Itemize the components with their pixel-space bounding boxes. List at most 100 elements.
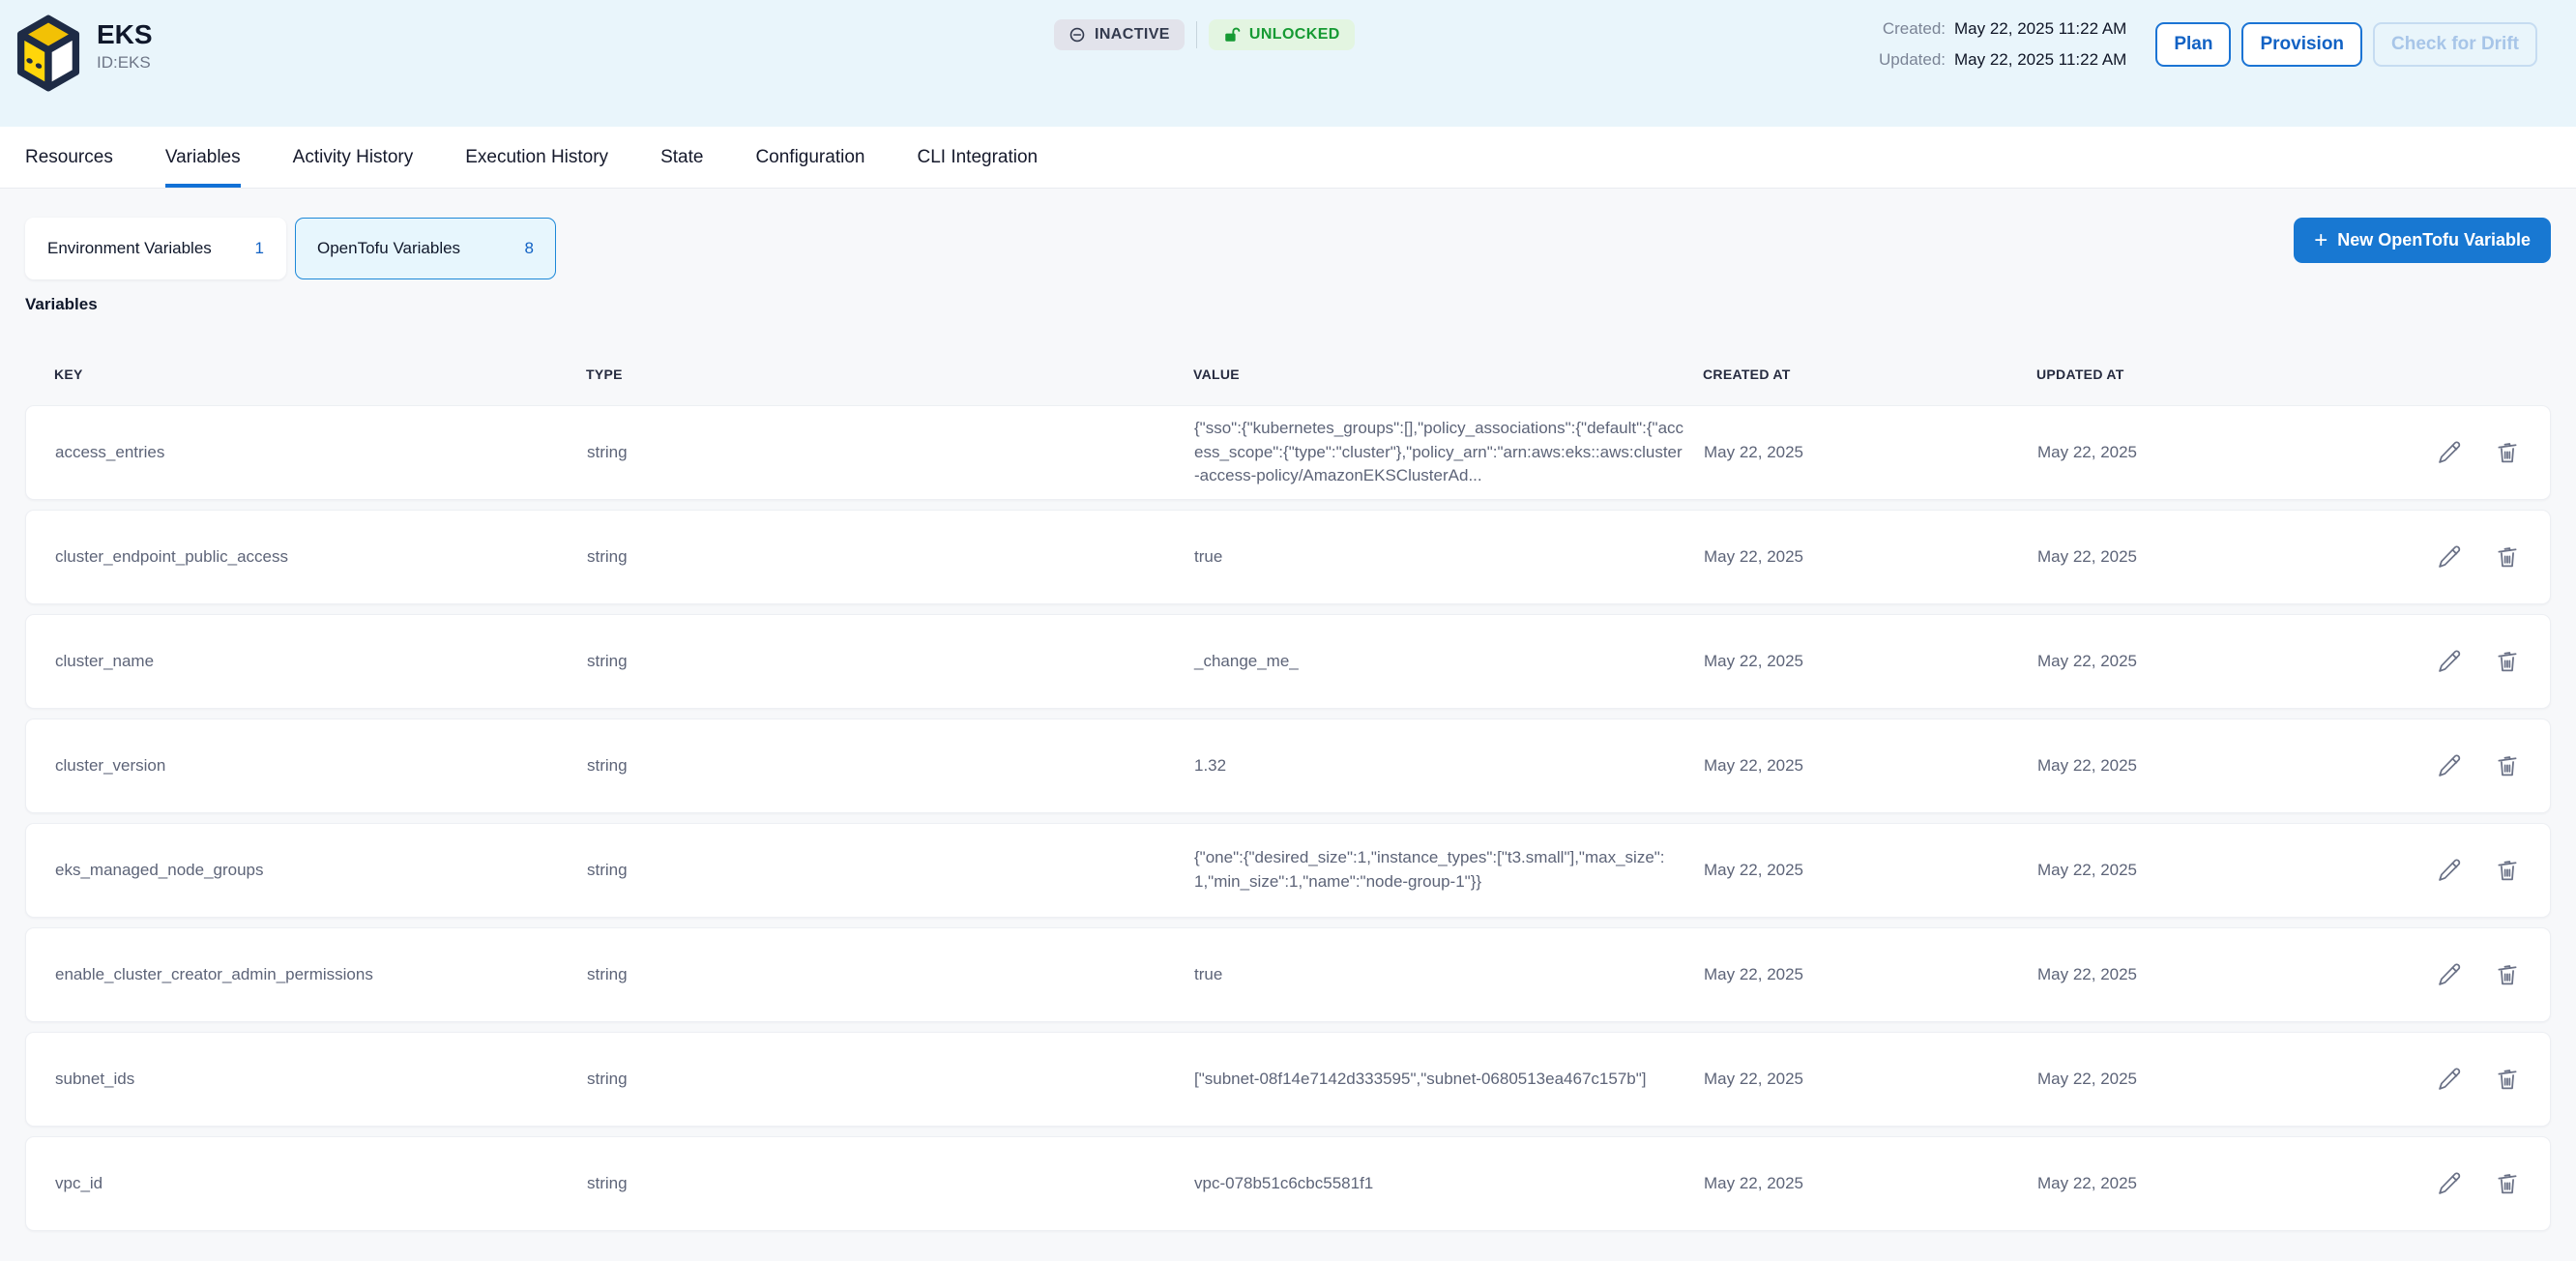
variable-type: string [587, 547, 1194, 567]
variable-type: string [587, 443, 1194, 462]
updated-value: May 22, 2025 11:22 AM [1954, 50, 2126, 70]
edit-variable-button[interactable] [2436, 857, 2463, 884]
variable-value: true [1194, 545, 1704, 570]
variable-created-at: May 22, 2025 [1704, 652, 2037, 671]
edit-variable-button[interactable] [2436, 439, 2463, 466]
pencil-icon [2436, 543, 2463, 571]
column-header-key: KEY [54, 367, 586, 382]
variable-key: subnet_ids [55, 1070, 587, 1089]
environment-title-block: EKS ID:EKS [97, 14, 153, 73]
tab-execution-history[interactable]: Execution History [465, 127, 608, 188]
edit-variable-button[interactable] [2436, 543, 2463, 571]
variable-value: vpc-078b51c6cbc5581f1 [1194, 1172, 1704, 1196]
variable-value: 1.32 [1194, 754, 1704, 778]
variable-created-at: May 22, 2025 [1704, 965, 2037, 984]
opentofu-variables-tab[interactable]: OpenTofu Variables 8 [295, 218, 556, 279]
variable-value: {"one":{"desired_size":1,"instance_types… [1194, 846, 1704, 894]
delete-variable-button[interactable] [2494, 543, 2521, 571]
variable-type: string [587, 1174, 1194, 1193]
trash-icon [2494, 857, 2521, 884]
variable-type: string [587, 652, 1194, 671]
table-row: subnet_ids string ["subnet-08f14e7142d33… [25, 1032, 2551, 1127]
variable-key: vpc_id [55, 1174, 587, 1193]
delete-variable-button[interactable] [2494, 439, 2521, 466]
delete-variable-button[interactable] [2494, 961, 2521, 988]
edit-variable-button[interactable] [2436, 648, 2463, 675]
new-opentofu-variable-label: New OpenTofu Variable [2337, 230, 2531, 250]
tab-activity-history[interactable]: Activity History [293, 127, 414, 188]
created-value: May 22, 2025 11:22 AM [1954, 19, 2126, 39]
lock-status-badge: UNLOCKED [1209, 19, 1355, 50]
variable-value: ["subnet-08f14e7142d333595","subnet-0680… [1194, 1068, 1704, 1092]
header-actions: Plan Provision Check for Drift [2155, 22, 2537, 67]
pencil-icon [2436, 1170, 2463, 1197]
trash-icon [2494, 752, 2521, 779]
row-actions [2356, 1066, 2521, 1093]
delete-variable-button[interactable] [2494, 1170, 2521, 1197]
check-for-drift-button[interactable]: Check for Drift [2373, 22, 2537, 67]
variable-key: cluster_endpoint_public_access [55, 547, 587, 567]
variable-updated-at: May 22, 2025 [2037, 965, 2356, 984]
tab-configuration[interactable]: Configuration [755, 127, 864, 188]
variable-updated-at: May 22, 2025 [2037, 652, 2356, 671]
tab-resources[interactable]: Resources [25, 127, 113, 188]
environment-tabbar: Resources Variables Activity History Exe… [0, 127, 2576, 189]
pencil-icon [2436, 439, 2463, 466]
table-row: cluster_version string 1.32 May 22, 2025… [25, 718, 2551, 813]
variable-type-tabs: Environment Variables 1 OpenTofu Variabl… [25, 218, 2551, 279]
variable-updated-at: May 22, 2025 [2037, 1174, 2356, 1193]
row-actions [2356, 857, 2521, 884]
status-badges: INACTIVE UNLOCKED [1054, 19, 1355, 50]
edit-variable-button[interactable] [2436, 752, 2463, 779]
created-row: Created: May 22, 2025 11:22 AM [1883, 19, 2127, 39]
created-label: Created: [1883, 19, 1946, 39]
trash-icon [2494, 439, 2521, 466]
badge-divider [1196, 21, 1197, 48]
table-row: cluster_endpoint_public_access string tr… [25, 510, 2551, 604]
variables-page: Environment Variables 1 OpenTofu Variabl… [0, 189, 2576, 1231]
variable-updated-at: May 22, 2025 [2037, 756, 2356, 776]
table-row: enable_cluster_creator_admin_permissions… [25, 927, 2551, 1022]
variable-created-at: May 22, 2025 [1704, 756, 2037, 776]
environment-title: EKS [97, 19, 153, 50]
variables-section-title: Variables [25, 295, 2551, 314]
edit-variable-button[interactable] [2436, 961, 2463, 988]
variable-key: cluster_name [55, 652, 587, 671]
new-opentofu-variable-button[interactable]: + New OpenTofu Variable [2294, 218, 2551, 263]
trash-icon [2494, 1066, 2521, 1093]
environment-identity: EKS ID:EKS [15, 14, 1054, 93]
variable-key: eks_managed_node_groups [55, 861, 587, 880]
pencil-icon [2436, 752, 2463, 779]
opentofu-variables-tab-label: OpenTofu Variables [317, 239, 460, 258]
timestamps: Created: May 22, 2025 11:22 AM Updated: … [1879, 19, 2126, 70]
variable-value: true [1194, 963, 1704, 987]
table-row: cluster_name string _change_me_ May 22, … [25, 614, 2551, 709]
environment-variables-tab-label: Environment Variables [47, 239, 212, 258]
column-header-type: TYPE [586, 367, 1193, 382]
trash-icon [2494, 961, 2521, 988]
status-badge: INACTIVE [1054, 19, 1185, 50]
edit-variable-button[interactable] [2436, 1066, 2463, 1093]
delete-variable-button[interactable] [2494, 648, 2521, 675]
environment-variables-tab[interactable]: Environment Variables 1 [25, 218, 286, 279]
column-header-created-at: CREATED AT [1703, 367, 2036, 382]
delete-variable-button[interactable] [2494, 752, 2521, 779]
table-row: eks_managed_node_groups string {"one":{"… [25, 823, 2551, 918]
provision-button[interactable]: Provision [2241, 22, 2362, 67]
variable-created-at: May 22, 2025 [1704, 1070, 2037, 1089]
trash-icon [2494, 1170, 2521, 1197]
table-row: vpc_id string vpc-078b51c6cbc5581f1 May … [25, 1136, 2551, 1231]
tab-state[interactable]: State [660, 127, 703, 188]
row-actions [2356, 543, 2521, 571]
tab-cli-integration[interactable]: CLI Integration [917, 127, 1038, 188]
tab-variables[interactable]: Variables [165, 127, 241, 188]
variable-type: string [587, 965, 1194, 984]
variable-type: string [587, 861, 1194, 880]
delete-variable-button[interactable] [2494, 1066, 2521, 1093]
column-header-value: VALUE [1193, 367, 1703, 382]
edit-variable-button[interactable] [2436, 1170, 2463, 1197]
plan-button[interactable]: Plan [2155, 22, 2231, 67]
row-actions [2356, 961, 2521, 988]
delete-variable-button[interactable] [2494, 857, 2521, 884]
environment-id: ID:EKS [97, 53, 153, 73]
